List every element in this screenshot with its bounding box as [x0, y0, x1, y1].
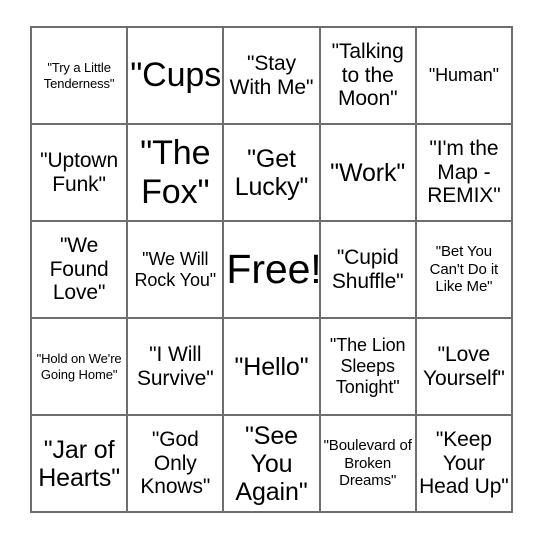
- bingo-cell-label: "Jar of Hearts": [38, 435, 120, 492]
- bingo-cell-label: "Bet You Can't Do it Like Me": [429, 243, 499, 296]
- bingo-cell[interactable]: "The Fox": [128, 125, 225, 222]
- bingo-cell[interactable]: "Cups": [128, 28, 225, 125]
- bingo-cell[interactable]: "I Will Survive": [128, 319, 225, 416]
- bingo-card: "Try a Little Tenderness" "Cups" "Stay Wit…: [30, 26, 513, 513]
- bingo-cell[interactable]: "See You Again": [224, 416, 321, 513]
- bingo-cell-label: "Get Lucky": [234, 144, 309, 201]
- bingo-cell-label: Free!: [226, 245, 321, 292]
- bingo-cell[interactable]: "Get Lucky": [224, 125, 321, 222]
- bingo-cell-label: "Love Yourself": [423, 342, 505, 390]
- bingo-cell[interactable]: "Cupid Shuffle": [320, 222, 417, 319]
- bingo-cell-label: "The Lion Sleeps Tonight": [329, 335, 406, 397]
- bingo-cell[interactable]: "We Found Love": [32, 222, 129, 319]
- bingo-cell-label: "The Fox": [140, 134, 211, 211]
- bingo-cell[interactable]: "Talking to the Moon": [320, 28, 417, 125]
- bingo-cell[interactable]: "Work": [320, 125, 417, 222]
- bingo-cell[interactable]: "Hello": [224, 319, 321, 416]
- bingo-free-space[interactable]: Free!: [224, 222, 321, 319]
- bingo-cell-label: "Keep Your Head Up": [419, 427, 509, 499]
- bingo-cell-label: "We Will Rock You": [134, 248, 217, 290]
- bingo-cell[interactable]: "Boulevard of Broken Dreams": [320, 416, 417, 513]
- bingo-cell[interactable]: "Uptown Funk": [32, 125, 129, 222]
- bingo-cell[interactable]: "God Only Knows": [128, 416, 225, 513]
- bingo-cell[interactable]: "Hold on We're Going Home": [32, 319, 129, 416]
- bingo-cell-label: "God Only Knows": [140, 427, 211, 499]
- bingo-cell[interactable]: "Stay With Me": [224, 28, 321, 125]
- bingo-cell-label: "Stay With Me": [229, 51, 314, 99]
- bingo-cell-label: "Hold on We're Going Home": [36, 351, 122, 382]
- bingo-cell-label: "Try a Little Tenderness": [43, 60, 115, 91]
- bingo-cell-label: "I'm the Map - REMIX": [427, 136, 501, 208]
- bingo-cell[interactable]: "Human": [416, 28, 513, 125]
- bingo-cell[interactable]: "We Will Rock You": [128, 222, 225, 319]
- bingo-cell-label: "Talking to the Moon": [331, 39, 404, 111]
- bingo-cell-label: "Human": [428, 65, 499, 86]
- bingo-cell-label: "See You Again": [235, 421, 308, 506]
- bingo-cell-label: "Hello": [234, 352, 309, 381]
- bingo-cell-label: "I Will Survive": [136, 342, 214, 390]
- bingo-cell-label: "Work": [330, 158, 406, 187]
- bingo-cell[interactable]: "I'm the Map - REMIX": [416, 125, 513, 222]
- bingo-cell[interactable]: "Jar of Hearts": [32, 416, 129, 513]
- bingo-cell[interactable]: "The Lion Sleeps Tonight": [320, 319, 417, 416]
- bingo-cell-label: "Cupid Shuffle": [331, 245, 404, 293]
- bingo-cell-label: "Cups": [130, 56, 225, 95]
- bingo-cell-label: "Boulevard of Broken Dreams": [323, 437, 412, 490]
- bingo-cell-label: "Uptown Funk": [40, 148, 119, 196]
- bingo-cell-label: "We Found Love": [49, 233, 109, 305]
- bingo-cell[interactable]: "Bet You Can't Do it Like Me": [416, 222, 513, 319]
- bingo-cell[interactable]: "Try a Little Tenderness": [32, 28, 129, 125]
- bingo-cell[interactable]: "Love Yourself": [416, 319, 513, 416]
- bingo-cell[interactable]: "Keep Your Head Up": [416, 416, 513, 513]
